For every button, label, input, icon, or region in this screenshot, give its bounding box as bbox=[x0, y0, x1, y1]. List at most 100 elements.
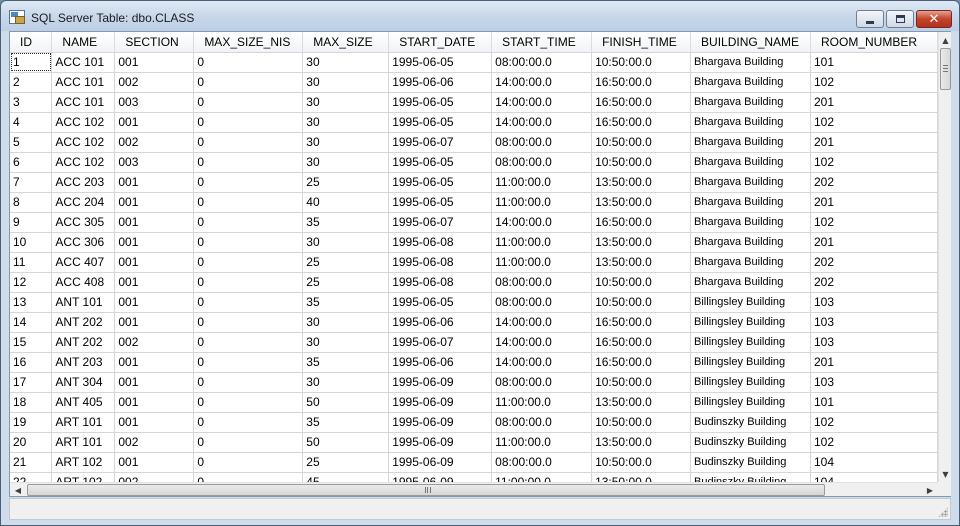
table-cell[interactable]: ANT 202 bbox=[51, 312, 116, 333]
table-cell[interactable]: 13:50:00.0 bbox=[591, 392, 692, 413]
table-cell[interactable]: 13:50:00.0 bbox=[591, 432, 692, 453]
table-row[interactable]: 19 ART 101 001 0 35 1995-06-09 08:00:00.0 10:50… bbox=[10, 412, 938, 433]
table-cell[interactable]: 1995-06-09 bbox=[388, 372, 493, 393]
column-header-section[interactable]: SECTION bbox=[114, 32, 195, 53]
table-cell[interactable]: ACC 101 bbox=[51, 92, 116, 113]
table-row[interactable]: 18 ANT 405 001 0 50 1995-06-09 11:00:00.0 13:50… bbox=[10, 392, 938, 413]
table-cell[interactable]: Bhargava Building bbox=[690, 212, 811, 233]
vertical-scrollbar[interactable]: ▲ ▼ bbox=[938, 32, 951, 482]
table-cell[interactable]: ART 101 bbox=[51, 412, 116, 433]
table-cell[interactable]: 1995-06-07 bbox=[388, 332, 493, 353]
table-cell[interactable]: 20 bbox=[10, 432, 53, 453]
table-cell[interactable]: 13:50:00.0 bbox=[591, 252, 692, 273]
table-cell[interactable]: Bhargava Building bbox=[690, 72, 811, 93]
table-cell[interactable]: 001 bbox=[114, 412, 195, 433]
table-cell[interactable]: 003 bbox=[114, 92, 195, 113]
table-cell[interactable]: 0 bbox=[193, 432, 304, 453]
table-cell[interactable]: 22 bbox=[10, 472, 53, 482]
table-cell[interactable]: 16:50:00.0 bbox=[591, 92, 692, 113]
table-cell[interactable]: 1995-06-06 bbox=[388, 352, 493, 373]
table-row[interactable]: 13 ANT 101 001 0 35 1995-06-05 08:00:00.0 10:50… bbox=[10, 292, 938, 313]
table-cell[interactable]: 102 bbox=[810, 72, 938, 93]
table-cell[interactable]: Billingsley Building bbox=[690, 312, 811, 333]
table-cell[interactable]: 001 bbox=[114, 212, 195, 233]
table-cell[interactable]: 1995-06-06 bbox=[388, 72, 493, 93]
table-row[interactable]: 2 ACC 101 002 0 30 1995-06-06 14:00:00.0 16:50:… bbox=[10, 72, 938, 93]
table-cell[interactable]: 6 bbox=[10, 152, 53, 173]
table-cell[interactable]: 0 bbox=[193, 452, 304, 473]
table-cell[interactable]: 1995-06-05 bbox=[388, 112, 493, 133]
table-cell[interactable]: 103 bbox=[810, 292, 938, 313]
column-header-max-size-nis[interactable]: MAX_SIZE_NIS bbox=[193, 32, 304, 53]
table-cell[interactable]: 11:00:00.0 bbox=[491, 432, 593, 453]
table-cell[interactable]: 001 bbox=[114, 252, 195, 273]
table-cell[interactable]: 30 bbox=[302, 332, 390, 353]
table-cell[interactable]: 002 bbox=[114, 132, 195, 153]
table-cell[interactable]: 21 bbox=[10, 452, 53, 473]
table-cell[interactable]: ACC 101 bbox=[51, 52, 116, 73]
table-cell[interactable]: 4 bbox=[10, 112, 53, 133]
table-cell[interactable]: 25 bbox=[302, 272, 390, 293]
table-cell[interactable]: 13:50:00.0 bbox=[591, 192, 692, 213]
table-cell[interactable]: 1995-06-05 bbox=[388, 52, 493, 73]
table-cell[interactable]: 11:00:00.0 bbox=[491, 252, 593, 273]
table-cell[interactable]: 1995-06-09 bbox=[388, 472, 493, 482]
table-cell[interactable]: 14:00:00.0 bbox=[491, 72, 593, 93]
table-cell[interactable]: Budinszky Building bbox=[690, 432, 811, 453]
table-cell[interactable]: 1 bbox=[10, 52, 53, 73]
table-cell[interactable]: 002 bbox=[114, 432, 195, 453]
table-cell[interactable]: 1995-06-05 bbox=[388, 192, 493, 213]
table-cell[interactable]: 13 bbox=[10, 292, 53, 313]
table-cell[interactable]: 2 bbox=[10, 72, 53, 93]
table-cell[interactable]: 30 bbox=[302, 132, 390, 153]
table-cell[interactable]: 201 bbox=[810, 92, 938, 113]
table-row[interactable]: 6 ACC 102 003 0 30 1995-06-05 08:00:00.0 10:50:… bbox=[10, 152, 938, 173]
table-cell[interactable]: ANT 202 bbox=[51, 332, 116, 353]
table-cell[interactable]: 45 bbox=[302, 472, 390, 482]
table-cell[interactable]: 104 bbox=[810, 452, 938, 473]
table-cell[interactable]: 10 bbox=[10, 232, 53, 253]
resize-grip-icon[interactable] bbox=[938, 507, 948, 517]
table-cell[interactable]: 11:00:00.0 bbox=[491, 192, 593, 213]
table-cell[interactable]: ART 101 bbox=[51, 432, 116, 453]
table-cell[interactable]: 50 bbox=[302, 392, 390, 413]
table-cell[interactable]: 001 bbox=[114, 452, 195, 473]
table-cell[interactable]: 7 bbox=[10, 172, 53, 193]
column-header-building-name[interactable]: BUILDING_NAME bbox=[690, 32, 811, 53]
table-cell[interactable]: Budinszky Building bbox=[690, 412, 811, 433]
table-row[interactable]: 21 ART 102 001 0 25 1995-06-09 08:00:00.0 10:50… bbox=[10, 452, 938, 473]
table-cell[interactable]: 0 bbox=[193, 372, 304, 393]
table-row[interactable]: 8 ACC 204 001 0 40 1995-06-05 11:00:00.0 13:50:… bbox=[10, 192, 938, 213]
title-bar[interactable]: SQL Server Table: dbo.CLASS ✕ bbox=[1, 1, 959, 31]
table-cell[interactable]: 25 bbox=[302, 172, 390, 193]
table-cell[interactable]: 25 bbox=[302, 452, 390, 473]
scroll-up-arrow-icon[interactable]: ▲ bbox=[939, 32, 952, 48]
table-cell[interactable]: 002 bbox=[114, 72, 195, 93]
table-cell[interactable]: Bhargava Building bbox=[690, 112, 811, 133]
table-cell[interactable]: 0 bbox=[193, 332, 304, 353]
table-cell[interactable]: 14:00:00.0 bbox=[491, 312, 593, 333]
table-cell[interactable]: 101 bbox=[810, 52, 938, 73]
table-cell[interactable]: 14:00:00.0 bbox=[491, 352, 593, 373]
table-cell[interactable]: 0 bbox=[193, 152, 304, 173]
table-cell[interactable]: Bhargava Building bbox=[690, 52, 811, 73]
table-cell[interactable]: 1995-06-08 bbox=[388, 232, 493, 253]
table-cell[interactable]: 001 bbox=[114, 172, 195, 193]
table-cell[interactable]: 202 bbox=[810, 272, 938, 293]
table-cell[interactable]: 103 bbox=[810, 372, 938, 393]
table-cell[interactable]: 0 bbox=[193, 112, 304, 133]
table-cell[interactable]: ART 102 bbox=[51, 472, 116, 482]
table-cell[interactable]: 102 bbox=[810, 432, 938, 453]
table-cell[interactable]: 50 bbox=[302, 432, 390, 453]
table-row[interactable]: 7 ACC 203 001 0 25 1995-06-05 11:00:00.0 13:50:… bbox=[10, 172, 938, 193]
table-cell[interactable]: Budinszky Building bbox=[690, 452, 811, 473]
table-cell[interactable]: 001 bbox=[114, 232, 195, 253]
table-row[interactable]: 3 ACC 101 003 0 30 1995-06-05 14:00:00.0 16:50:… bbox=[10, 92, 938, 113]
table-row[interactable]: 10 ACC 306 001 0 30 1995-06-08 11:00:00.0 13:50… bbox=[10, 232, 938, 253]
table-cell[interactable]: Bhargava Building bbox=[690, 232, 811, 253]
table-cell[interactable]: 14:00:00.0 bbox=[491, 112, 593, 133]
table-cell[interactable]: ACC 102 bbox=[51, 112, 116, 133]
table-cell[interactable]: Bhargava Building bbox=[690, 172, 811, 193]
table-cell[interactable]: 0 bbox=[193, 212, 304, 233]
table-cell[interactable]: 001 bbox=[114, 292, 195, 313]
